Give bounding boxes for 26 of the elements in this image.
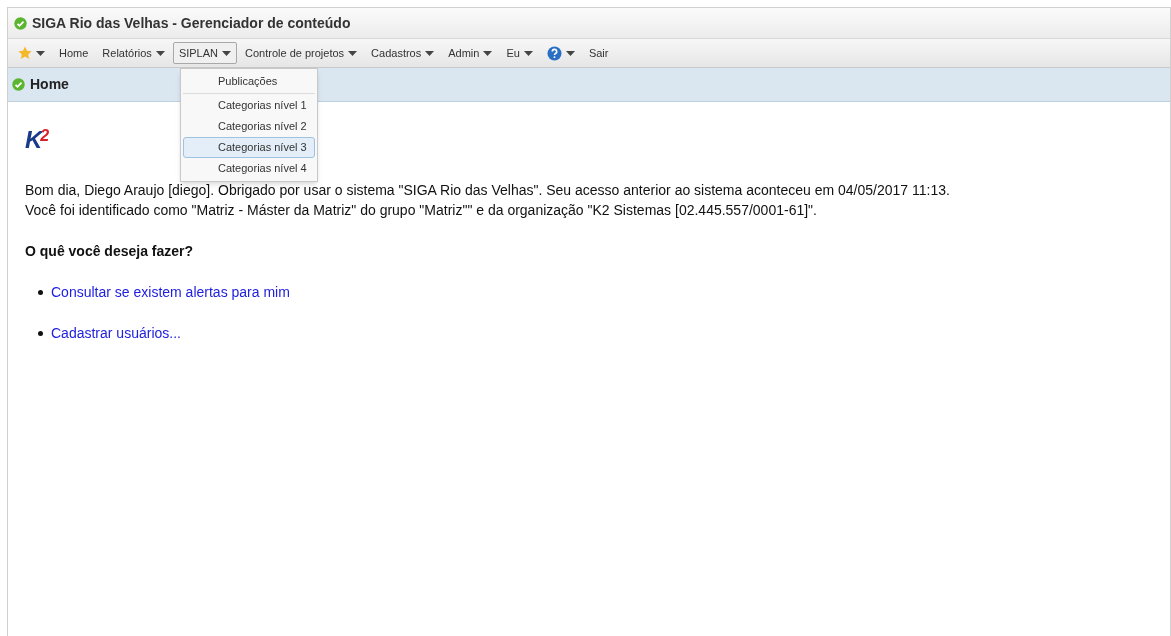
menu-item[interactable]: Cadastros xyxy=(365,42,441,64)
bullet-icon xyxy=(38,290,43,295)
help-icon xyxy=(546,45,562,61)
bullet-icon xyxy=(38,331,43,336)
greeting-text: Bom dia, Diego Araujo [diego]. Obrigado por usar o sistema "SIGA Rio das Velhas". Seu acesso anterior ao sistema aconteceu em 04/05/2017 11:13. xyxy=(25,181,951,200)
menu-item[interactable]: Eu xyxy=(500,42,539,64)
window-title: SIGA Rio das Velhas - Gerenciador de conteúdo xyxy=(32,13,351,33)
check-icon xyxy=(14,16,27,30)
dropdown-item[interactable]: Categorias nível 4 xyxy=(183,158,315,179)
action-link[interactable]: Consultar se existem alertas para mim xyxy=(51,282,290,303)
menu-item[interactable]: Sair xyxy=(582,42,615,64)
menu-item[interactable]: Relatórios xyxy=(96,42,171,64)
question-heading: O quê você deseja fazer? xyxy=(25,242,195,261)
panel-title: Home xyxy=(30,75,69,94)
star-icon xyxy=(18,46,32,60)
dropdown-item[interactable]: Publicações xyxy=(183,71,315,92)
dropdown-item[interactable]: Categorias nível 3 xyxy=(183,137,315,158)
check-icon xyxy=(12,78,25,91)
menu-item[interactable]: Controle de projetos xyxy=(239,42,364,64)
dropdown-item[interactable]: Categorias nível 2 xyxy=(183,116,315,137)
menu-item[interactable]: Home xyxy=(53,42,95,64)
greeting-text: Você foi identificado como "Matriz - Máster da Matriz" do grupo "Matriz"" e da organização "K2 Sistemas [02.445.557/0001-61]". xyxy=(25,201,818,220)
menu-item[interactable]: SIPLAN xyxy=(172,42,237,64)
action-link[interactable]: Cadastrar usuários... xyxy=(51,323,181,344)
dropdown-item[interactable]: Categorias nível 1 xyxy=(183,95,315,116)
menu-item[interactable]: Admin xyxy=(442,42,499,64)
